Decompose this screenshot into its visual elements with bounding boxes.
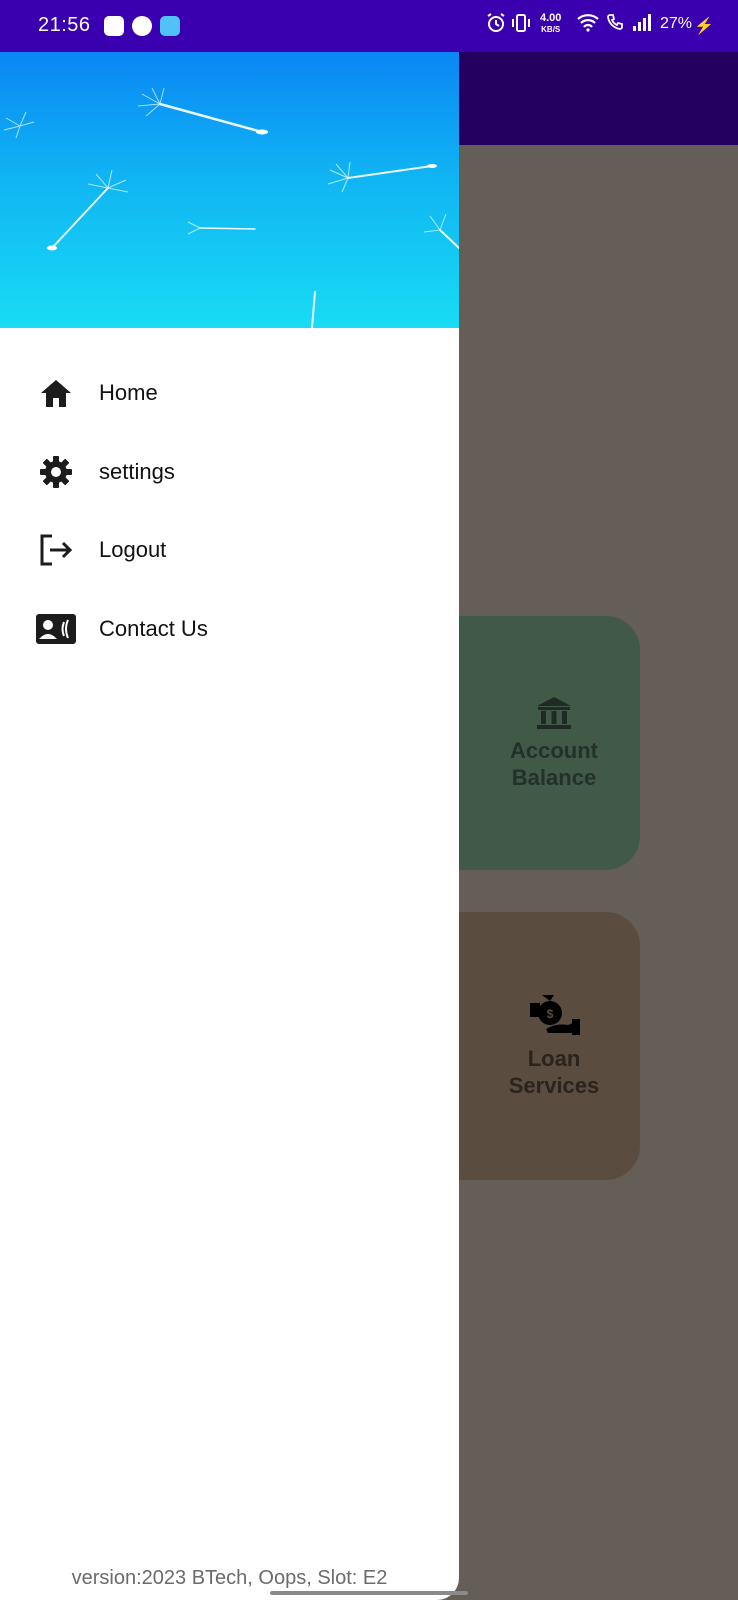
money-hand-icon: $: [530, 995, 580, 1035]
bank-icon: [537, 697, 571, 729]
wifi-icon: [576, 12, 600, 38]
drawer-item-label: Contact Us: [99, 616, 208, 641]
home-icon: [36, 373, 76, 413]
drawer-header-image: [0, 52, 459, 328]
version-text: version:2023 BTech, Oops, Slot: E2: [71, 1567, 388, 1589]
navigation-drawer: Home settings Logout Contact Us version:…: [0, 52, 459, 1600]
alarm-icon: [486, 12, 506, 40]
dandelion-seeds-illustration: [3, 87, 459, 328]
notification-app-icon: [104, 16, 124, 36]
account-balance-label-line2: Balance: [511, 765, 597, 790]
logout-icon: [36, 530, 76, 570]
wifi-call-icon: [606, 12, 626, 38]
gesture-navigation-handle[interactable]: [270, 1591, 468, 1595]
drawer-item-home[interactable]: Home: [0, 358, 459, 428]
notification-app-icon: [160, 16, 180, 36]
svg-text:$: $: [547, 1007, 554, 1021]
contact-card-icon: [36, 609, 76, 649]
network-speed-value: 4.00: [540, 12, 562, 24]
account-balance-label-line1: Account: [510, 738, 598, 763]
drawer-item-label: Logout: [99, 537, 167, 562]
vibrate-icon: [512, 12, 530, 40]
loan-services-label-line1: Loan: [527, 1046, 581, 1071]
drawer-item-settings[interactable]: settings: [0, 437, 459, 507]
gear-icon: [36, 452, 76, 492]
status-bar: 21:56 4.00 KB/S 27% ⚡: [0, 0, 738, 52]
status-time: 21:56: [38, 14, 91, 36]
drawer-item-contact-us[interactable]: Contact Us: [0, 594, 459, 664]
battery-percent: 27%: [660, 15, 693, 32]
network-speed: 4.00 KB/S: [540, 13, 561, 35]
loan-services-label-line2: Services: [508, 1073, 600, 1098]
notification-app-icon: [132, 16, 152, 36]
drawer-item-logout[interactable]: Logout: [0, 515, 459, 585]
charging-icon: ⚡: [694, 18, 714, 35]
signal-icon: [632, 12, 654, 38]
drawer-item-label: Home: [99, 380, 158, 405]
network-speed-unit: KB/S: [541, 25, 561, 34]
drawer-item-label: settings: [99, 459, 175, 484]
